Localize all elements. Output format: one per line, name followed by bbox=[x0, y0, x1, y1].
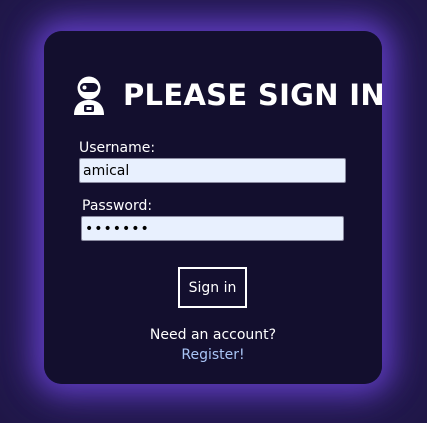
register-link[interactable]: Register! bbox=[181, 347, 244, 363]
register-container: Register! bbox=[44, 347, 382, 363]
password-field[interactable] bbox=[81, 216, 344, 241]
page-title: PLEASE SIGN IN bbox=[123, 78, 385, 112]
login-card: PLEASE SIGN IN Username: Password: Sign … bbox=[44, 31, 385, 384]
login-heading: PLEASE SIGN IN bbox=[70, 73, 385, 117]
password-label: Password: bbox=[82, 198, 153, 214]
astronaut-icon bbox=[74, 76, 104, 115]
username-field[interactable] bbox=[79, 158, 346, 183]
signin-button[interactable]: Sign in bbox=[178, 267, 247, 308]
username-label: Username: bbox=[79, 140, 156, 156]
need-account-text: Need an account? bbox=[149, 327, 277, 343]
